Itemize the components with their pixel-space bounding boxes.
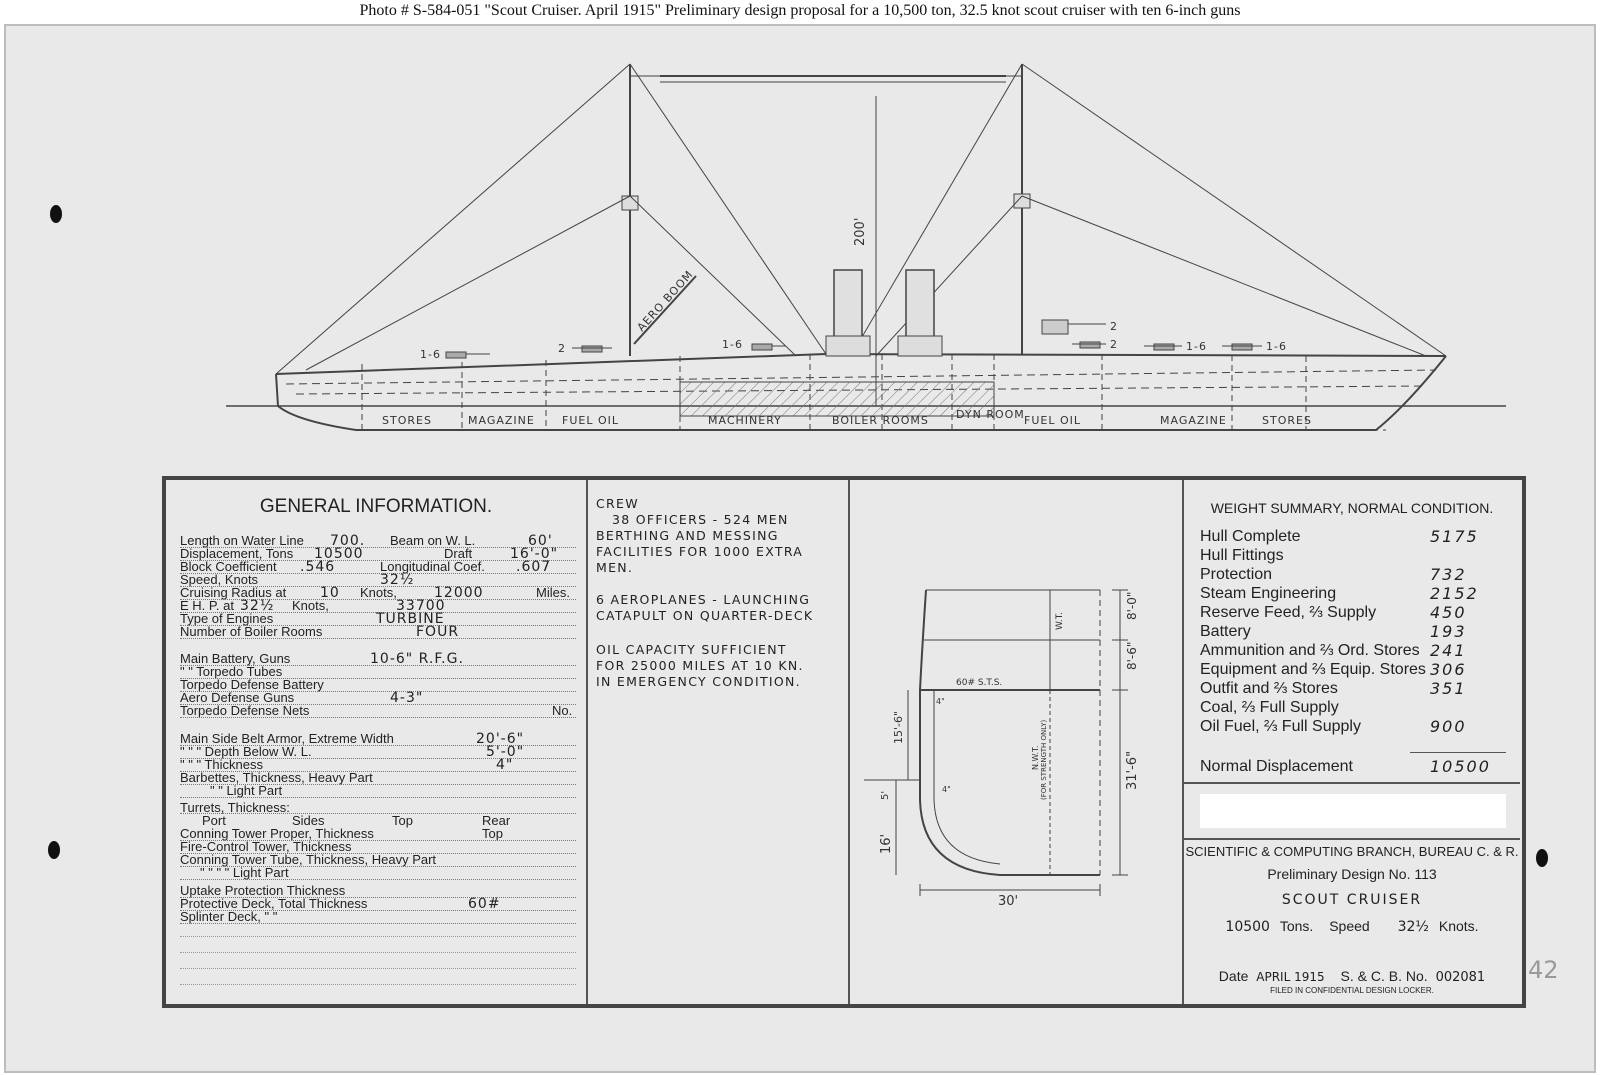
gun-label: 1-6 [1186, 340, 1207, 353]
design-number: Preliminary Design No. 113 [1267, 866, 1437, 882]
general-information-title: GENERAL INFORMATION. [259, 496, 493, 517]
blank-line [180, 952, 576, 953]
gun-label: 1-6 [722, 338, 743, 351]
crew-note: 6 AEROPLANES - LAUNCHING [596, 592, 811, 607]
crew-note: OIL CAPACITY SUFFICIENT [596, 642, 787, 657]
general-information-panel: GENERAL INFORMATION. Length on Water Lin… [166, 480, 588, 1004]
crew-note: MEN. [596, 560, 634, 575]
stay [275, 63, 631, 375]
weight-summary-title: WEIGHT SUMMARY, NORMAL CONDITION. [1210, 500, 1494, 516]
weight-row: Protection 732 [1200, 565, 1467, 584]
stay [305, 195, 631, 371]
ship-type-title: SCOUT CRUISER [1281, 892, 1423, 908]
dimension-label: 31'-6" [1125, 751, 1140, 790]
compartment-label: MAGAZINE [468, 414, 535, 427]
weight-row: Oil Fuel, ⅔ Full Supply 900 [1200, 717, 1467, 736]
compartment-label: FUEL OIL [562, 414, 619, 427]
weight-row: Coal, ⅔ Full Supply [1200, 699, 1339, 716]
gun-label: 1-6 [1266, 340, 1287, 353]
date-line: Date APRIL 1915 S. & C. B. No. 002081 [1218, 968, 1486, 985]
stay [1021, 63, 1447, 357]
midship-section-drawing: 8'-0" 8'-6" 31'-6" 15'-6" 5' 16' 30' 4" … [864, 589, 1140, 909]
weight-row: Equipment and ⅔ Equip. Stores 306 [1200, 660, 1467, 679]
funnel-casing [897, 335, 943, 357]
specification-table: GENERAL INFORMATION. Length on Water Lin… [162, 476, 1526, 1008]
section-label: 60# S.T.S. [956, 678, 1002, 688]
margin-note: 42 [1528, 956, 1559, 984]
tons-speed-line: 10500 Tons. Speed 32½ Knots. [1225, 918, 1479, 935]
spec-row: " " " " Light Part [180, 866, 576, 880]
spec-row: " " Light Part [180, 784, 576, 798]
punch-hole [48, 841, 60, 859]
dimension-label: 8'-6" [1125, 642, 1139, 670]
weight-row: Hull Fittings [1200, 547, 1284, 564]
dimension-label: 4" [936, 697, 945, 706]
blank-line [180, 968, 576, 969]
weight-row: Ammunition and ⅔ Ord. Stores 241 [1200, 641, 1467, 660]
crew-note: BERTHING AND MESSING [596, 528, 779, 543]
stay [1021, 195, 1427, 357]
machinery-space [679, 381, 995, 417]
dimension-label: 16' [879, 834, 894, 854]
crew-note: CATAPULT ON QUARTER-DECK [596, 608, 814, 623]
blank-line [180, 984, 576, 985]
stay [851, 63, 1023, 355]
photo-caption: Photo # S-584-051 "Scout Cruiser. April … [359, 2, 1241, 19]
weight-row: Reserve Feed, ⅔ Supply 450 [1200, 603, 1467, 622]
crew-note: FOR 25000 MILES AT 10 KN. [596, 658, 804, 673]
redaction-block [1200, 794, 1506, 828]
weight-row: Steam Engineering 2152 [1200, 584, 1479, 603]
inner-bottom [933, 690, 1001, 865]
crew-note: FACILITIES FOR 1000 EXTRA [596, 544, 804, 559]
compartment-label: FUEL OIL [1024, 414, 1081, 427]
gun-label: 2 [1110, 320, 1118, 333]
weight-row: Outfit and ⅔ Stores 351 [1200, 679, 1467, 698]
dimension-label: 8'-0" [1125, 592, 1139, 620]
crew-heading: CREW [596, 496, 639, 511]
dimension-label: 15'-6" [892, 711, 905, 744]
gun-label: 2 [1110, 338, 1118, 351]
fore-top [621, 195, 639, 211]
spec-row: Torpedo Defense Nets No. [180, 704, 576, 718]
crew-note: 38 OFFICERS - 524 MEN [612, 512, 789, 527]
filed-note: FILED IN CONFIDENTIAL DESIGN LOCKER. [1270, 986, 1434, 995]
blank-line [180, 936, 576, 937]
dimension-label: 30' [998, 894, 1018, 909]
compartment-label: MACHINERY [708, 414, 782, 427]
weight-summary-panel: WEIGHT SUMMARY, NORMAL CONDITION. Hull C… [1184, 480, 1522, 1004]
section-label: N.W.T. [1031, 745, 1040, 770]
crew-note: IN EMERGENCY CONDITION. [596, 674, 801, 689]
spec-row: Splinter Deck, " " [180, 910, 576, 924]
crew-notes-panel: CREW 38 OFFICERS - 524 MEN BERTHING AND … [588, 480, 850, 1004]
funnel [905, 269, 935, 347]
hull-section [919, 589, 1100, 876]
stay [629, 195, 797, 357]
section-label: W.T. [1055, 612, 1065, 630]
gun-label: 1-6 [420, 348, 441, 361]
weight-row: Battery 193 [1200, 622, 1467, 641]
midship-section-panel: 8'-0" 8'-6" 31'-6" 15'-6" 5' 16' 30' 4" … [850, 480, 1184, 1004]
compartment-label: DYN ROOM [956, 408, 1025, 421]
dimension-label: 5' [880, 791, 891, 800]
dimension-label: 4" [942, 785, 951, 794]
funnel [833, 269, 863, 347]
punch-hole [50, 205, 62, 223]
branch-label: SCIENTIFIC & COMPUTING BRANCH, BUREAU C.… [1185, 844, 1519, 859]
compartment-label: STORES [382, 414, 432, 427]
funnel-casing [825, 335, 871, 357]
mast-height-label: 200' [853, 218, 868, 246]
punch-hole [1536, 849, 1548, 867]
aero-boom-label: AERO BOOM [635, 268, 696, 334]
compartment-label: STORES [1262, 414, 1312, 427]
gun-label: 2 [558, 342, 566, 355]
compartment-label: BOILER ROOMS [832, 414, 929, 427]
compartment-label: MAGAZINE [1160, 414, 1227, 427]
weight-row: Hull Complete 5175 [1200, 527, 1479, 546]
spec-row: Number of Boiler Rooms FOUR [180, 625, 576, 639]
drawing-sheet: 200' AERO BOOM 1-6 2 1-6 2 2 1-6 1-6 STO… [4, 24, 1596, 1073]
normal-displacement-row: Normal Displacement 10500 [1200, 757, 1491, 776]
section-label: (FOR STRENGTH ONLY) [1040, 719, 1048, 800]
